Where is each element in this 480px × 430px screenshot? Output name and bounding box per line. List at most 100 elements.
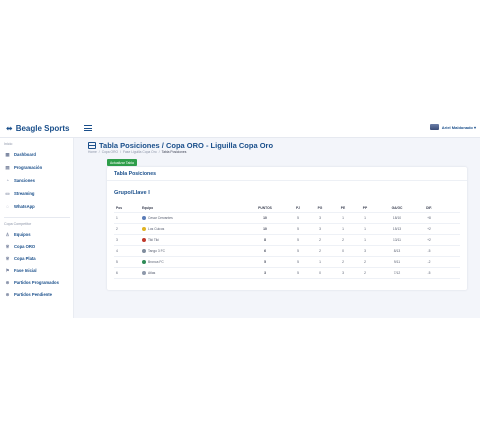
user-menu[interactable]: Ariel Maldonado ▾ (429, 124, 476, 130)
sidebar-item-partidos-pendiente[interactable]: ⊛ Partidos Pendiente (5, 291, 52, 298)
row-dif: +2 (427, 238, 431, 242)
row-team: Los Cuicos (142, 224, 164, 234)
row-pe: 2 (342, 260, 344, 264)
row-pos: 3 (116, 238, 118, 242)
table-row: 6 Atlas 3 5 0 3 2 7/12 -5 (114, 268, 460, 279)
sidebar-item-dashboard[interactable]: ▦ Dashboard (5, 151, 36, 158)
sidebar: Inicio ▦ Dashboard ▤ Programación ◔ Sanc… (0, 138, 74, 318)
row-pj: 5 (297, 238, 299, 242)
row-gagc: 7/12 (393, 271, 401, 275)
row-dif: -5 (427, 249, 431, 253)
trophy-icon: ♕ (5, 243, 10, 249)
brand[interactable]: ⬌ Beagle Sports (6, 122, 70, 134)
sidebar-divider (4, 217, 70, 218)
team-badge-icon (142, 260, 146, 264)
video-icon: ▭ (5, 190, 10, 196)
sidebar-item-label: Sanciones (14, 178, 35, 183)
soccer-icon: ⊛ (5, 279, 10, 285)
team-badge-icon (142, 238, 146, 242)
header-pos: Pos (116, 205, 123, 210)
team-name: Tango 3 FC (148, 249, 166, 253)
group-title: Grupo/Llave I (114, 190, 150, 196)
top-navbar: ⬌ Beagle Sports Ariel Maldonado ▾ (0, 119, 480, 138)
calendar-icon: ▤ (5, 164, 10, 170)
header-gagc: GA/GC (391, 205, 403, 210)
warning-icon: ◔ (6, 178, 9, 183)
sidebar-section-main: Inicio (4, 142, 13, 146)
sidebar-item-copa-plata[interactable]: ♕ Copa Plata (5, 256, 36, 262)
row-dif: +2 (427, 227, 431, 231)
user-name: Ariel Maldonado ▾ (441, 124, 476, 130)
users-icon: ♙ (5, 231, 10, 237)
brand-name: Beagle Sports (15, 123, 70, 133)
team-badge-icon (142, 216, 146, 220)
row-pe: 3 (342, 271, 344, 275)
user-avatar (429, 124, 439, 130)
hamburger-menu-icon[interactable] (84, 123, 92, 133)
row-pp: 2 (364, 260, 366, 264)
table-row: 3 Tiki Tiki 8 5 2 2 1 13/11 +2 (114, 235, 460, 246)
row-gagc: 15/13 (392, 227, 402, 231)
sidebar-item-programacion[interactable]: ▤ Programación (5, 164, 42, 171)
grid-icon: ▦ (5, 151, 10, 157)
row-pj: 5 (297, 271, 299, 275)
row-pj: 5 (297, 216, 299, 220)
sidebar-item-copa-oro[interactable]: ♕ Copa ORO (5, 243, 35, 250)
team-badge-icon (142, 271, 146, 275)
team-name: Bronca FC (148, 260, 164, 264)
row-pg: 2 (319, 249, 321, 253)
sidebar-item-label: Copa Plata (14, 256, 36, 261)
row-points: 8 (264, 238, 266, 242)
breadcrumb-separator: / (158, 150, 160, 154)
card-title: Tabla Posiciones (114, 171, 156, 177)
breadcrumb: Home / Copa ORO / Fase Liguilla Copa Oro… (88, 150, 186, 154)
sidebar-item-partidos-programados[interactable]: ⊛ Partidos Programados (5, 279, 59, 286)
dog-logo-icon: ⬌ (6, 123, 13, 133)
sidebar-section-competition: Copa Competitor (4, 222, 32, 226)
sidebar-item-sanciones[interactable]: ◔ Sanciones (5, 178, 35, 183)
header-dif: DIF. (426, 205, 432, 210)
row-points: 6 (264, 249, 266, 253)
card-header: Tabla Posiciones (107, 167, 467, 181)
row-points: 10 (263, 227, 267, 231)
row-dif: -2 (427, 260, 431, 264)
table-icon (88, 142, 96, 149)
row-pp: 1 (364, 216, 366, 220)
row-team: Tango 3 FC (142, 246, 165, 256)
team-name: Los Cuicos (148, 227, 165, 231)
breadcrumb-fase-liguilla[interactable]: Fase Liguilla Copa Oro (123, 150, 157, 154)
sidebar-item-label: Equipos (14, 232, 31, 237)
soccer-icon: ⊛ (5, 291, 10, 297)
table-row: 1 Cesar Cervantes 10 5 3 1 1 18/10 +8 (114, 213, 460, 224)
page-title: Tabla Posiciones / Copa ORO - Liguilla C… (99, 141, 274, 150)
row-team: Cesar Cervantes (142, 213, 173, 223)
whatsapp-icon: ◌ (6, 204, 9, 209)
header-pg: PG (317, 205, 323, 210)
app-window: ⬌ Beagle Sports Ariel Maldonado ▾ Inicio… (0, 119, 480, 318)
row-pj: 5 (297, 260, 299, 264)
team-name: Tiki Tiki (148, 238, 159, 242)
sidebar-item-whatsapp[interactable]: ◌ WhatsApp (5, 204, 35, 209)
row-pp: 1 (364, 238, 366, 242)
row-points: 10 (263, 216, 267, 220)
row-pp: 1 (364, 227, 366, 231)
breadcrumb-home[interactable]: Home (88, 150, 97, 154)
row-pos: 4 (116, 249, 118, 253)
row-gagc: 9/11 (393, 260, 401, 264)
row-pp: 3 (364, 249, 366, 253)
table-row: 5 Bronca FC 5 5 1 2 2 9/11 -2 (114, 257, 460, 268)
breadcrumb-copa-oro[interactable]: Copa ORO (102, 150, 118, 154)
row-dif: -5 (427, 271, 431, 275)
header-pj: PJ (295, 205, 301, 210)
row-points: 3 (264, 271, 266, 275)
sidebar-item-fase-inicial[interactable]: ⚑ Fase Inicial (5, 268, 37, 274)
update-table-button[interactable]: Actualizar Tabla (107, 159, 137, 166)
sidebar-item-streaming[interactable]: ▭ Streaming (5, 190, 35, 197)
sidebar-item-label: Fase Inicial (14, 268, 37, 273)
row-pos: 1 (116, 216, 118, 220)
sidebar-item-equipos[interactable]: ♙ Equipos (5, 231, 31, 238)
row-pe: 1 (342, 227, 344, 231)
sidebar-item-label: Partidos Programados (14, 280, 59, 285)
sidebar-item-label: Streaming (14, 191, 35, 196)
team-name: Cesar Cervantes (148, 216, 173, 220)
